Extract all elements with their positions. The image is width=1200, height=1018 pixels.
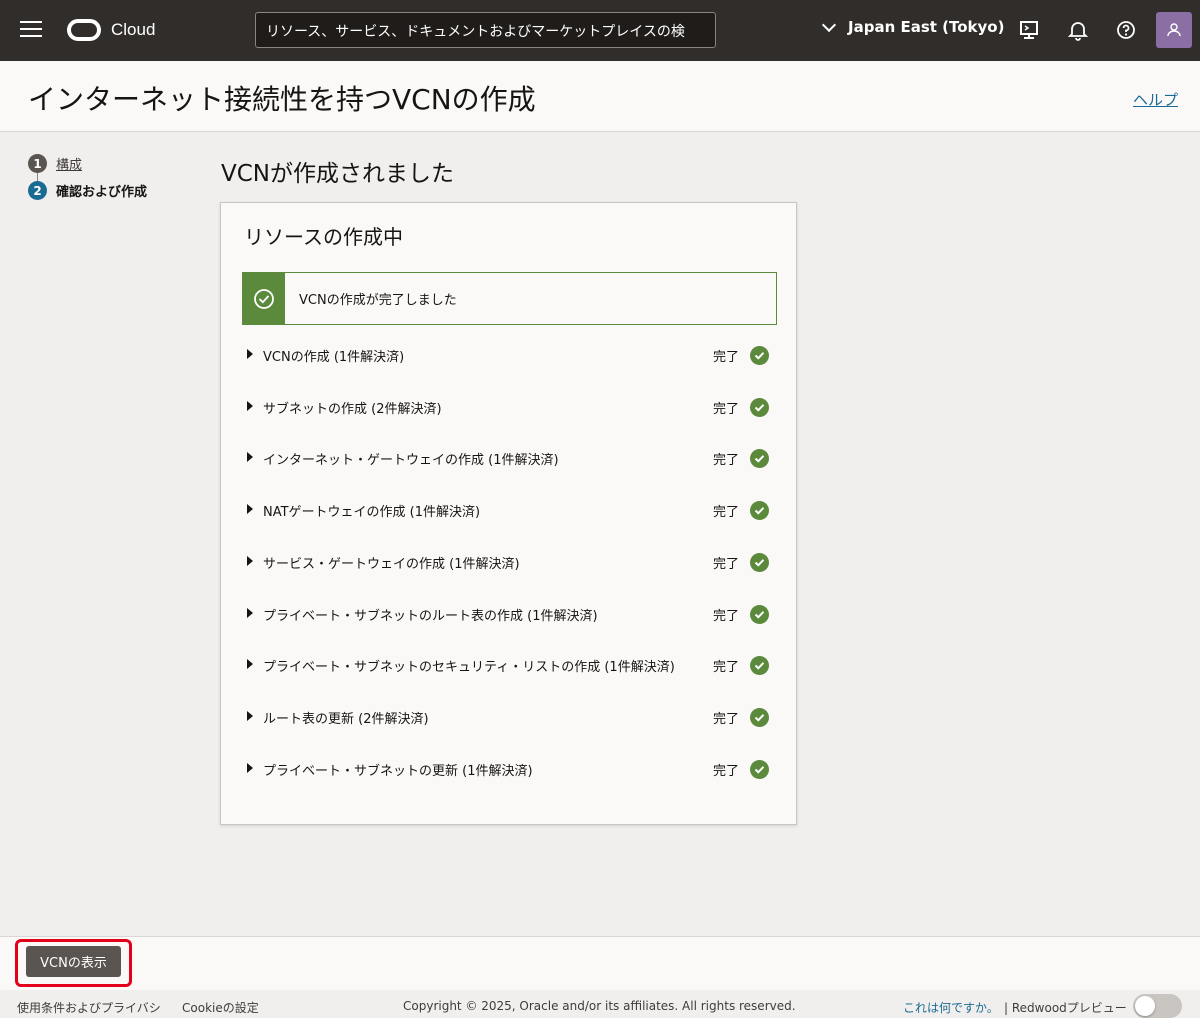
expand-icon[interactable] [247, 503, 253, 514]
step-label: 確認および作成 [56, 185, 148, 200]
step-number: 1 [28, 154, 47, 173]
task-status: 完了 [713, 608, 740, 624]
search-input[interactable]: リソース、サービス、ドキュメントおよびマーケットプレイスの検 [255, 12, 716, 48]
task-name: NATゲートウェイの作成 (1件解決済) [263, 504, 481, 520]
check-icon [750, 605, 769, 624]
step-review-create: 2 確認および作成 [28, 181, 147, 200]
task-name: ルート表の更新 (2件解決済) [263, 711, 429, 727]
bell-icon[interactable] [1067, 19, 1089, 41]
check-icon [750, 501, 769, 520]
task-row: サービス・ゲートウェイの作成 (1件解決済) 完了 [247, 550, 772, 574]
success-banner: VCNの作成が完了しました [242, 272, 777, 325]
step-configure[interactable]: 1 構成 [28, 154, 82, 173]
check-icon [750, 449, 769, 468]
user-icon [1167, 23, 1181, 37]
check-icon [750, 398, 769, 417]
task-status: 完了 [713, 349, 740, 365]
help-icon[interactable] [1115, 19, 1137, 41]
what-is-this-link[interactable]: これは何ですか。 [903, 999, 999, 1016]
footer: 使用条件およびプライバシ Cookieの設定 Copyright © 2025,… [0, 990, 1200, 1018]
step-connector [37, 173, 38, 181]
task-row: NATゲートウェイの作成 (1件解決済) 完了 [247, 498, 772, 522]
expand-icon[interactable] [247, 710, 253, 721]
region-selector[interactable]: Japan East (Tokyo) [820, 17, 1005, 36]
redwood-preview-label: | Redwoodプレビュー [1004, 1001, 1127, 1015]
cloud-shell-icon[interactable] [1018, 19, 1040, 41]
check-icon [750, 760, 769, 779]
task-name: インターネット・ゲートウェイの作成 (1件解決済) [263, 452, 559, 468]
oracle-logo-icon [67, 19, 101, 41]
expand-icon[interactable] [247, 607, 253, 618]
expand-icon[interactable] [247, 400, 253, 411]
task-row: プライベート・サブネットの更新 (1件解決済) 完了 [247, 757, 772, 781]
step-number: 2 [28, 181, 47, 200]
task-status: 完了 [713, 556, 740, 572]
oracle-cloud-logo[interactable]: Cloud [67, 19, 155, 41]
task-status: 完了 [713, 659, 740, 675]
check-icon [750, 656, 769, 675]
task-name: プライベート・サブネットの更新 (1件解決済) [263, 763, 533, 779]
task-status: 完了 [713, 763, 740, 779]
task-name: VCNの作成 (1件解決済) [263, 349, 405, 365]
task-status: 完了 [713, 711, 740, 727]
task-row: VCNの作成 (1件解決済) 完了 [247, 343, 772, 367]
section-title: VCNが作成されました [221, 161, 454, 187]
top-navigation-bar: Cloud リソース、サービス、ドキュメントおよびマーケットプレイスの検 Jap… [0, 0, 1200, 61]
expand-icon[interactable] [247, 762, 253, 773]
card-title: リソースの作成中 [244, 225, 403, 249]
expand-icon[interactable] [247, 658, 253, 669]
cookie-settings-link[interactable]: Cookieの設定 [182, 999, 259, 1016]
terms-privacy-link[interactable]: 使用条件およびプライバシ [17, 999, 161, 1016]
task-status: 完了 [713, 452, 740, 468]
task-row: ルート表の更新 (2件解決済) 完了 [247, 705, 772, 729]
expand-icon[interactable] [247, 451, 253, 462]
toggle-knob [1135, 996, 1155, 1016]
check-icon [750, 346, 769, 365]
task-row: プライベート・サブネットのルート表の作成 (1件解決済) 完了 [247, 602, 772, 626]
bottom-action-bar [0, 936, 1200, 990]
resource-creation-card: リソースの作成中 VCNの作成が完了しました VCNの作成 (1件解決済) 完了… [220, 202, 797, 825]
task-row: プライベート・サブネットのセキュリティ・リストの作成 (1件解決済) 完了 [247, 653, 772, 677]
task-name: プライベート・サブネットのルート表の作成 (1件解決済) [263, 608, 598, 624]
menu-icon[interactable] [20, 21, 42, 39]
redwood-preview-toggle[interactable] [1133, 994, 1182, 1018]
task-name: サブネットの作成 (2件解決済) [263, 401, 442, 417]
check-icon [750, 708, 769, 727]
check-icon [750, 553, 769, 572]
task-row: サブネットの作成 (2件解決済) 完了 [247, 395, 772, 419]
copyright-text: Copyright © 2025, Oracle and/or its affi… [403, 999, 796, 1013]
logo-text: Cloud [111, 20, 156, 39]
task-name: プライベート・サブネットのセキュリティ・リストの作成 (1件解決済) [263, 659, 675, 675]
step-label[interactable]: 構成 [56, 154, 82, 173]
task-name: サービス・ゲートウェイの作成 (1件解決済) [263, 556, 520, 572]
expand-icon[interactable] [247, 348, 253, 359]
chevron-down-icon [821, 17, 837, 33]
page-header: インターネット接続性を持つVCNの作成 ヘルプ [0, 61, 1200, 132]
help-link[interactable]: ヘルプ [1133, 89, 1178, 110]
task-status: 完了 [713, 504, 740, 520]
user-avatar[interactable] [1156, 12, 1192, 48]
expand-icon[interactable] [247, 555, 253, 566]
region-label: Japan East (Tokyo) [848, 18, 1005, 36]
task-row: インターネット・ゲートウェイの作成 (1件解決済) 完了 [247, 446, 772, 470]
page-title: インターネット接続性を持つVCNの作成 [28, 83, 536, 116]
view-vcn-button[interactable]: VCNの表示 [26, 946, 121, 977]
check-circle-icon [254, 288, 274, 309]
success-message: VCNの作成が完了しました [299, 293, 457, 308]
task-status: 完了 [713, 401, 740, 417]
success-bar [243, 273, 285, 324]
